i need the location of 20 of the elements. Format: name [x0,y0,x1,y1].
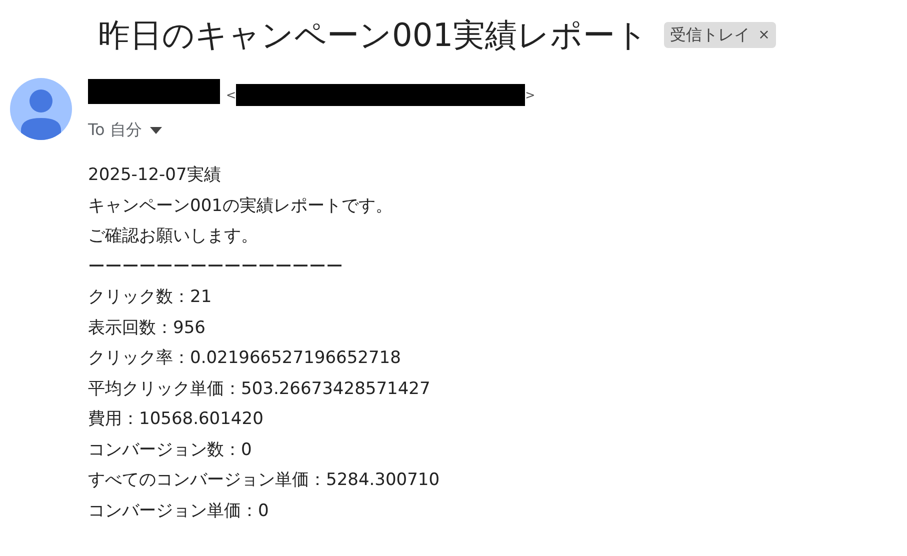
recipient-text: To 自分 [88,119,142,141]
remove-label-button[interactable]: × [758,24,770,46]
body-line: 表示回数：956 [88,316,206,340]
body-line: すべてのコンバージョン単価：5284.300710 [88,469,441,492]
email-subject: 昨日のキャンペーン001実績レポート [98,15,648,55]
body-line: 2025-12-07実績 [88,164,222,187]
body-line: 費用：10568.601420 [88,408,264,431]
body-line: コンバージョン数：0 [88,438,253,462]
inbox-label[interactable]: 受信トレイ × [664,22,776,48]
email-bracket: > [525,87,536,103]
body-line: キャンペーン001の実績レポートです。 [88,194,394,218]
email-bracket: < [226,87,236,103]
body-line: ーーーーーーーーーーーーーーー [88,256,344,278]
body-line: ご確認お願いします。 [88,225,259,248]
dropdown-caret-icon[interactable] [150,126,162,134]
body-line: クリック率：0.021966527196652718 [88,347,402,370]
body-line: 平均クリック単価：503.26673428571427 [88,378,432,400]
body-line: コンバージョン単価：0 [88,500,270,522]
avatar-icon [10,78,72,140]
body-line: クリック数：21 [88,286,213,309]
